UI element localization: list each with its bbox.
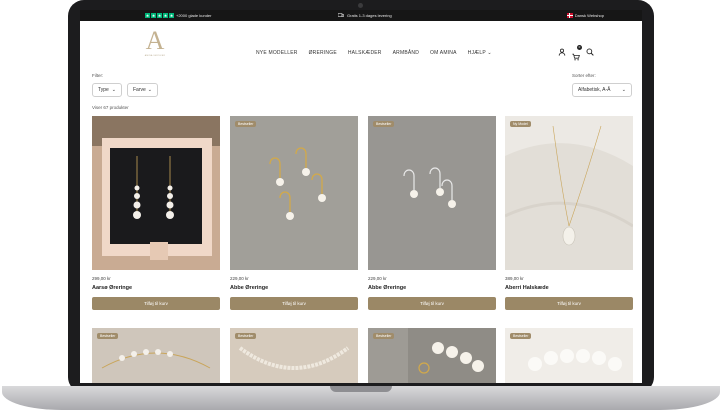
browser-screen: ★ ★ ★ ★ ★ +2000 glade kunder Gratis 1-3 dage… (80, 10, 642, 383)
product-price: 299,00 kr (92, 276, 111, 281)
product-name[interactable]: Abbe Øreringe (230, 285, 268, 291)
add-to-cart-button[interactable]: Tilføj til kurv (368, 297, 496, 310)
nav-item-bracelets[interactable]: ARMBÅND (393, 50, 419, 56)
cart-button[interactable]: 0 (572, 45, 582, 66)
laptop-notch (330, 386, 392, 392)
add-to-cart-button[interactable]: Tilføj til kurv (92, 297, 220, 310)
bestseller-badge: Bestseller (97, 333, 119, 339)
bestseller-badge: Bestseller (235, 121, 257, 127)
camera-icon (358, 3, 363, 8)
truck-icon (338, 13, 344, 17)
language-selector[interactable]: Dansk Webshop (566, 13, 604, 18)
product-image[interactable] (505, 116, 633, 270)
product-name[interactable]: Abbe Øreringe (368, 285, 406, 291)
sort-select[interactable]: Alfabetisk, A-Å ⌄ (572, 83, 632, 97)
logo-letter: A (145, 26, 165, 55)
product-image[interactable] (92, 116, 220, 270)
product-price: 229,00 kr (230, 276, 249, 281)
main-nav: NYE MODELLER ØRERINGE HALSKÆDER ARMBÅND … (256, 50, 492, 56)
product-image[interactable] (368, 116, 496, 270)
bestseller-badge: Bestseller (235, 333, 257, 339)
new-model-badge: Ny Model (510, 121, 531, 127)
cart-icon (572, 53, 580, 61)
language-text: Dansk Webshop (574, 13, 604, 18)
danish-flag-icon (566, 13, 573, 18)
add-to-cart-button[interactable]: Tilføj til kurv (230, 297, 358, 310)
product-name[interactable]: Aberri Halskæde (505, 285, 549, 291)
account-icon[interactable] (558, 48, 566, 56)
type-filter[interactable]: Type ⌄ (92, 83, 122, 97)
nav-item-about[interactable]: OM AMINA (430, 50, 457, 56)
cart-count-badge: 0 (577, 45, 582, 50)
bestseller-badge: Bestseller (373, 121, 395, 127)
trustpilot-text: +2000 glade kunder (176, 13, 212, 18)
bestseller-badge: Bestseller (373, 333, 395, 339)
sort-label: Sorter efter: (572, 73, 596, 78)
nav-item-earrings[interactable]: ØRERINGE (309, 50, 337, 56)
nav-item-new-models[interactable]: NYE MODELLER (256, 50, 298, 56)
chevron-down-icon: ⌄ (621, 87, 626, 93)
nav-item-necklaces[interactable]: HALSKÆDER (348, 50, 382, 56)
color-filter-label: Farve (133, 87, 146, 93)
product-price: 229,00 kr (368, 276, 387, 281)
add-to-cart-button[interactable]: Tilføj til kurv (505, 297, 633, 310)
product-image[interactable] (230, 116, 358, 270)
nav-item-help[interactable]: HJÆLP ⌄ (468, 50, 492, 56)
chevron-down-icon: ⌄ (147, 87, 152, 93)
site-header: A AMINA SMYKKER NYE MODELLER ØRERINGE HA… (80, 21, 642, 69)
trustpilot-rating: ★ ★ ★ ★ ★ +2000 glade kunder (145, 13, 211, 18)
search-icon[interactable] (586, 48, 594, 56)
chevron-down-icon: ⌄ (111, 87, 116, 93)
announcement-bar: ★ ★ ★ ★ ★ +2000 glade kunder Gratis 1-3 dage… (80, 10, 642, 21)
product-name[interactable]: Aarsø Øreringe (92, 285, 132, 291)
brand-logo[interactable]: A AMINA SMYKKER (140, 27, 170, 63)
shipping-info: Gratis 1-3 dages levering (338, 13, 392, 18)
filter-label: Filter: (92, 73, 104, 78)
type-filter-label: Type (98, 87, 109, 93)
sort-select-value: Alfabetisk, A-Å (578, 87, 611, 93)
logo-tagline: AMINA SMYKKER (144, 55, 166, 57)
trustpilot-stars-icon: ★ ★ ★ ★ ★ (145, 13, 174, 18)
bestseller-badge: Bestseller (510, 333, 532, 339)
color-filter[interactable]: Farve ⌄ (127, 83, 158, 97)
product-price: 389,00 kr (505, 276, 524, 281)
header-icons: 0 (558, 45, 594, 66)
product-count: Viser 67 produkter (92, 105, 129, 110)
shipping-text: Gratis 1-3 dages levering (347, 13, 392, 18)
